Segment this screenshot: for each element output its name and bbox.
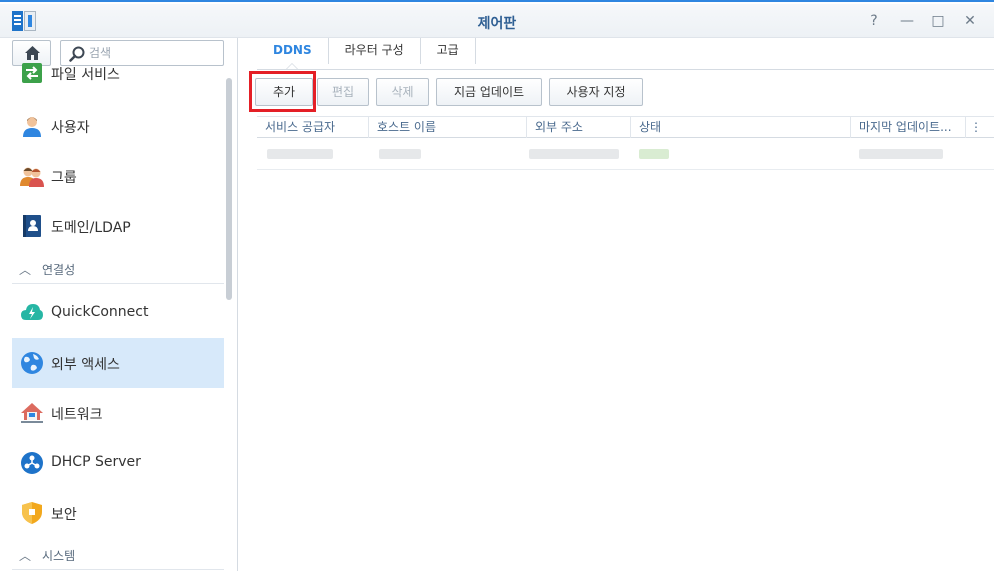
shield-icon xyxy=(22,502,42,524)
tab-label: 고급 xyxy=(436,43,459,57)
group-icon xyxy=(20,167,44,187)
add-button-highlight-box xyxy=(249,71,316,112)
column-header-hostname[interactable]: 호스트 이름 xyxy=(369,117,527,138)
control-panel-window: 제어판 ? — □ ✕ 파일 서비스 사용자 그룹 도메인/LDAP xyxy=(0,0,994,571)
network-icon xyxy=(21,403,43,423)
sidebar-item-external-access[interactable]: 외부 액세스 xyxy=(12,338,224,388)
sidebar-item-label: 도메인/LDAP xyxy=(51,220,131,236)
main-panel: DDNS 라우터 구성 고급 추가 편집 삭제 지금 업데이트 사용자 지정 서… xyxy=(239,38,994,571)
tab-router-config[interactable]: 라우터 구성 xyxy=(329,38,421,64)
sidebar-item-user[interactable]: 사용자 xyxy=(12,101,224,151)
redacted-status-cell xyxy=(639,149,669,159)
redacted-cell xyxy=(267,149,333,159)
sidebar-item-label: 네트워크 xyxy=(51,407,103,423)
sidebar: 파일 서비스 사용자 그룹 도메인/LDAP ︿ 연결성 QuickConnec… xyxy=(0,38,238,571)
tab-label: DDNS xyxy=(273,43,312,57)
external-access-icon xyxy=(21,352,43,374)
dhcp-server-icon xyxy=(21,452,43,474)
redacted-cell xyxy=(379,149,421,159)
tab-bar: DDNS 라우터 구성 고급 xyxy=(257,38,476,69)
table-row[interactable] xyxy=(257,138,994,170)
sidebar-item-label: 그룹 xyxy=(51,170,77,186)
delete-button[interactable]: 삭제 xyxy=(376,78,429,106)
file-services-icon xyxy=(22,63,42,83)
close-icon[interactable]: ✕ xyxy=(961,12,979,30)
sidebar-item-security[interactable]: 보안 xyxy=(12,488,224,538)
tab-advanced[interactable]: 고급 xyxy=(421,38,476,64)
column-header-service-provider[interactable]: 서비스 공급자 xyxy=(257,117,369,138)
help-icon[interactable]: ? xyxy=(865,12,883,30)
redacted-cell xyxy=(859,149,943,159)
chevron-up-icon: ︿ xyxy=(19,263,32,277)
section-title: 시스템 xyxy=(42,549,76,563)
tab-divider xyxy=(257,69,994,70)
user-icon xyxy=(23,117,41,137)
sidebar-item-group[interactable]: 그룹 xyxy=(12,151,224,201)
sidebar-item-label: 사용자 xyxy=(51,120,90,136)
column-header-status[interactable]: 상태 xyxy=(631,117,851,138)
tab-label: 라우터 구성 xyxy=(344,43,404,57)
sidebar-item-label: DHCP Server xyxy=(51,454,141,470)
sidebar-item-network[interactable]: 네트워크 xyxy=(12,388,224,438)
title-bar: 제어판 ? — □ ✕ xyxy=(0,4,994,38)
sidebar-item-label: QuickConnect xyxy=(51,304,149,320)
column-header-external-address[interactable]: 외부 주소 xyxy=(527,117,631,138)
minimize-icon[interactable]: — xyxy=(898,12,916,30)
sidebar-item-label: 보안 xyxy=(51,507,77,523)
section-header-connectivity[interactable]: ︿ 연결성 xyxy=(12,256,224,284)
sidebar-scrollbar-thumb[interactable] xyxy=(226,78,232,300)
sidebar-item-domain-ldap[interactable]: 도메인/LDAP xyxy=(12,201,224,251)
quickconnect-icon xyxy=(21,304,43,320)
sidebar-item-label: 외부 액세스 xyxy=(51,357,120,373)
sidebar-item-label: 파일 서비스 xyxy=(51,67,120,83)
domain-ldap-icon xyxy=(23,215,41,237)
chevron-up-icon: ︿ xyxy=(19,549,32,563)
customize-button[interactable]: 사용자 지정 xyxy=(549,78,643,106)
ddns-table: 서비스 공급자 호스트 이름 외부 주소 상태 마지막 업데이트... ⋮ xyxy=(257,116,994,170)
sidebar-scrollbar[interactable] xyxy=(226,78,232,348)
sidebar-item-quickconnect[interactable]: QuickConnect xyxy=(12,288,224,338)
column-header-last-updated[interactable]: 마지막 업데이트... xyxy=(851,117,966,138)
edit-button[interactable]: 편집 xyxy=(317,78,369,106)
sidebar-item-dhcp-server[interactable]: DHCP Server xyxy=(12,438,224,488)
redacted-cell xyxy=(529,149,619,159)
sidebar-item-file-services[interactable]: 파일 서비스 xyxy=(12,52,224,102)
section-title: 연결성 xyxy=(42,263,76,277)
table-header: 서비스 공급자 호스트 이름 외부 주소 상태 마지막 업데이트... ⋮ xyxy=(257,116,994,138)
tab-ddns[interactable]: DDNS xyxy=(257,38,329,69)
section-header-system[interactable]: ︿ 시스템 xyxy=(12,542,224,570)
window-title: 제어판 xyxy=(477,16,517,32)
column-menu-icon[interactable]: ⋮ xyxy=(966,117,994,138)
update-now-button[interactable]: 지금 업데이트 xyxy=(436,78,542,106)
maximize-icon[interactable]: □ xyxy=(929,12,947,30)
